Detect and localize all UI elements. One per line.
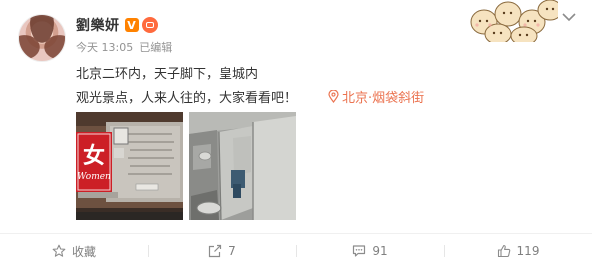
avatar[interactable] [18,14,66,62]
like-count: 119 [516,244,540,258]
card-decoration-icon [470,0,558,42]
location-label: 北京·烟袋斜街 [342,91,425,106]
favorite-button[interactable]: 收藏 [0,234,148,268]
weibo-post-card: 劉樂妍 V 今天 13:05 已编辑 北京二环内，天子脚下，皇城内 观光景点，人… [0,0,592,268]
comment-icon [353,245,366,257]
action-bar: 收藏 7 91 119 [0,234,592,268]
edited-label[interactable]: 已编辑 [139,39,172,55]
post-timestamp[interactable]: 今天 13:05 [76,39,133,55]
sign-text: 女 [82,144,105,169]
share-icon [209,244,222,258]
verified-badge-icon: V [124,18,139,32]
repost-button[interactable]: 7 [148,234,296,268]
favorite-label: 收藏 [71,244,96,259]
member-badge-icon [141,17,158,33]
post-meta: 今天 13:05 已编辑 [76,39,172,55]
location-link[interactable]: 北京·烟袋斜街 [328,87,424,106]
like-button[interactable]: 119 [444,234,592,268]
toilet-stalls-photo-icon [189,112,296,220]
post-image-1[interactable]: 女 Women [76,112,183,220]
repost-count: 7 [228,244,236,258]
user-name-row: 劉樂妍 V [76,15,158,35]
star-icon [52,244,66,257]
comment-button[interactable]: 91 [296,234,444,268]
thumbs-up-icon [497,244,510,258]
comment-count: 91 [372,244,388,258]
post-text-line-1: 北京二环内，天子脚下，皇城内 [76,67,259,82]
location-pin-icon [328,90,339,103]
avatar-hair [19,15,65,61]
chevron-down-icon[interactable] [562,12,576,22]
user-name[interactable]: 劉樂妍 [76,15,120,35]
sign-caption: Women [77,172,111,182]
post-image-2[interactable] [189,112,296,220]
post-text-line-2: 观光景点，人来人往的，大家看看吧！ [76,91,298,106]
